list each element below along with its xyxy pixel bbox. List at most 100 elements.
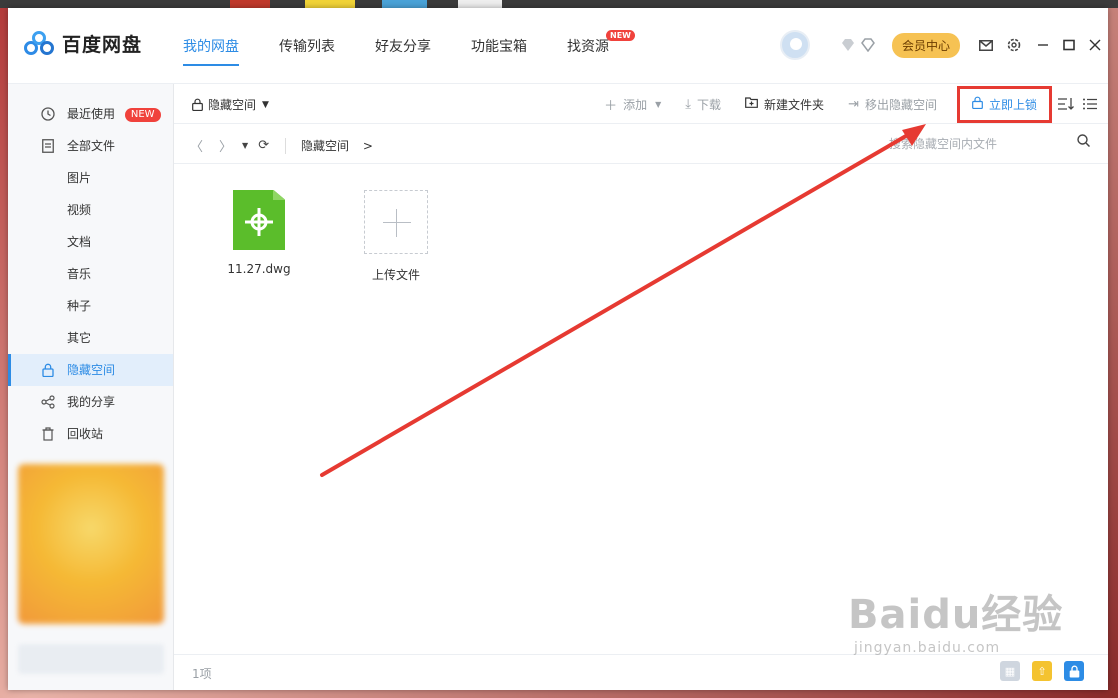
breadcrumb-separator: > [362,139,373,153]
desktop-thumbnail [382,0,427,8]
sort-icon[interactable] [1058,96,1074,112]
breadcrumb-bar: 〈 〉 ▼ ⟳ 隐藏空间 > [174,124,1108,164]
item-count: 1项 [192,667,212,681]
level-gem-icon [841,39,854,51]
lock-icon [40,362,56,378]
forward-icon[interactable]: 〉 [219,136,232,155]
lock-icon [192,98,203,111]
settings-gear-icon[interactable] [1002,33,1026,57]
upload-label: 上传文件 [371,268,420,282]
nav-toolbox[interactable]: 功能宝箱 [471,36,527,56]
sidebar-item-label: 回收站 [67,427,104,441]
nav-transfer-list[interactable]: 传输列表 [279,36,335,56]
history-nav: 〈 〉 ▼ ⟳ [190,136,296,155]
promo-banner[interactable] [18,464,164,624]
toolbar: 隐藏空间 ▼ ＋ 添加 ▼ ⤓ 下载 新建文件夹 ⇥ 移出隐藏空间 立即上锁 [174,84,1108,124]
sidebar-item-label: 全部文件 [67,139,116,153]
add-button[interactable]: ＋ 添加 ▼ [604,95,661,114]
maximize-icon[interactable] [1056,33,1082,57]
sidebar-item-my-share[interactable]: 我的分享 [8,386,173,418]
sidebar-item-recent[interactable]: 最近使用 NEW [8,98,173,130]
avatar[interactable] [779,30,810,60]
list-view-icon[interactable] [1082,96,1098,112]
breadcrumb-item[interactable]: 隐藏空间 [301,139,349,153]
trash-icon [40,426,56,442]
nav-friend-share[interactable]: 好友分享 [375,36,431,56]
file-grid: 11.27.dwg 上传文件 [174,164,1108,654]
file-name: 11.27.dwg [227,262,291,276]
back-icon[interactable]: 〈 [190,136,203,155]
refresh-icon[interactable]: ⟳ [258,138,269,153]
sidebar-item-videos[interactable]: 视频 [8,194,173,226]
breadcrumb: 隐藏空间 > [301,137,373,154]
status-bar: 1项 ▦ ⇧ [174,654,1108,690]
search-input[interactable] [889,132,1069,156]
history-dropdown-icon[interactable]: ▼ [242,141,248,150]
title-bar: 百度网盘 我的网盘 传输列表 好友分享 功能宝箱 找资源 NEW 会员中心 [8,8,1108,84]
document-icon [40,138,56,154]
add-label: 添加 [623,97,648,112]
upload-tile[interactable]: 上传文件 [351,190,441,283]
sidebar: 最近使用 NEW 全部文件 图片 视频 文档 音乐 种子 其它 隐藏空间 我的分… [8,84,174,690]
new-folder-button[interactable]: 新建文件夹 [745,96,824,113]
grid-view-icon[interactable]: ▦ [1000,661,1020,681]
minimize-icon[interactable] [1030,33,1056,57]
download-label: 下载 [697,97,722,112]
desktop-thumbnail [458,0,502,8]
plus-icon: ＋ [604,98,618,114]
sidebar-item-label: 最近使用 [67,107,116,121]
desktop-strip [0,0,1118,8]
desktop-thumbnail [305,0,355,8]
diamond-icon[interactable] [860,38,876,52]
file-tile[interactable]: 11.27.dwg [214,190,304,276]
app-window: 百度网盘 我的网盘 传输列表 好友分享 功能宝箱 找资源 NEW 会员中心 最近… [8,8,1108,690]
sidebar-item-label: 我的分享 [67,395,116,409]
nav-find-resources-label: 找资源 [567,39,609,55]
download-icon: ⤓ [685,96,692,112]
app-logo[interactable]: 百度网盘 [24,30,142,57]
vip-center-button[interactable]: 会员中心 [891,32,960,58]
move-out-icon: ⇥ [848,96,859,112]
sidebar-item-all-files[interactable]: 全部文件 [8,130,173,162]
lock-now-label: 立即上锁 [988,97,1037,112]
lock-icon[interactable] [1064,661,1084,681]
desktop-thumbnail [230,0,270,8]
sidebar-item-torrents[interactable]: 种子 [8,290,173,322]
storage-indicator [18,644,164,674]
clock-icon [40,106,56,122]
lock-now-button[interactable]: 立即上锁 [956,85,1052,123]
move-out-hidden-button[interactable]: ⇥ 移出隐藏空间 [848,96,937,113]
divider [285,137,287,154]
new-folder-label: 新建文件夹 [764,97,825,112]
download-button[interactable]: ⤓ 下载 [685,96,721,113]
sidebar-item-recycle-bin[interactable]: 回收站 [8,418,173,450]
upload-icon[interactable]: ⇧ [1032,661,1052,681]
lock-icon [972,96,983,113]
search-box [889,132,1099,156]
status-icons: ▦ ⇧ [988,661,1084,681]
view-controls [1050,96,1098,112]
sidebar-item-other[interactable]: 其它 [8,322,173,354]
caret-down-icon: ▼ [262,99,269,110]
mail-icon[interactable] [974,33,998,57]
caret-down-icon: ▼ [655,99,662,109]
dwg-file-icon [233,190,285,250]
new-badge: NEW [606,30,635,41]
plus-icon [364,190,428,254]
space-dropdown[interactable]: 隐藏空间 ▼ [192,96,269,113]
toolbar-actions: ＋ 添加 ▼ ⤓ 下载 新建文件夹 ⇥ 移出隐藏空间 立即上锁 [580,84,1052,124]
search-icon[interactable] [1077,134,1091,151]
main-nav: 我的网盘 传输列表 好友分享 功能宝箱 找资源 NEW [183,30,649,66]
cloud-logo-icon [24,30,54,57]
sidebar-item-label: 隐藏空间 [67,363,116,377]
sidebar-item-music[interactable]: 音乐 [8,258,173,290]
nav-find-resources[interactable]: 找资源 NEW [567,30,635,56]
share-icon [40,394,56,410]
close-icon[interactable] [1082,33,1108,57]
sidebar-item-documents[interactable]: 文档 [8,226,173,258]
sidebar-item-images[interactable]: 图片 [8,162,173,194]
new-badge: NEW [124,107,161,122]
sidebar-item-hidden-space[interactable]: 隐藏空间 [8,354,173,386]
move-out-label: 移出隐藏空间 [864,97,937,112]
nav-my-disk[interactable]: 我的网盘 [183,36,239,66]
